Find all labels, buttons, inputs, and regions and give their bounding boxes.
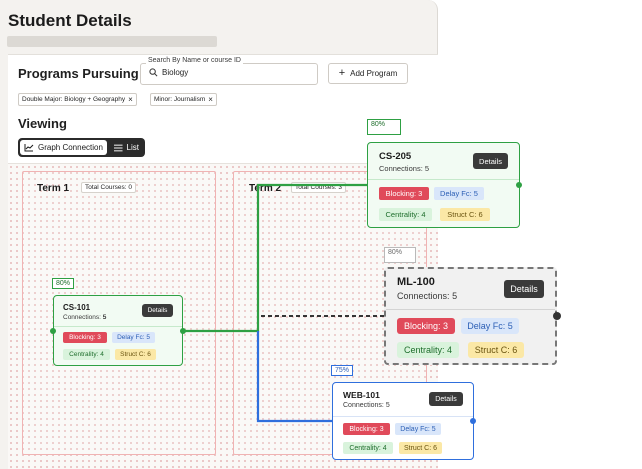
app: Student Details Programs Pursuing Search… [0,0,642,469]
details-button[interactable]: Details [504,280,544,298]
course-title: CS-101 [63,303,91,312]
delay-tag: Delay Fc: 5 [434,187,484,200]
struct-tag: Struct C: 6 [440,208,490,221]
course-title: CS-205 [379,151,412,162]
list-icon [114,144,123,151]
search-icon [149,68,158,77]
course-connections: Connections: 5 [379,164,429,173]
centrality-tag: Centrality: 4 [63,349,110,360]
add-program-label: Add Program [350,69,398,78]
ml100-output-port[interactable] [553,312,561,320]
page-title: Student Details [8,11,132,30]
delay-tag: Delay Fc: 5 [461,318,519,334]
card-divider [54,326,182,327]
term-2-label: Term 2 [249,183,282,194]
course-connections: Connections: 5 [63,314,106,321]
course-card-ml100[interactable]: ML-100 Connections: 5 Details Blocking: … [384,267,557,365]
course-title: WEB-101 [343,390,380,400]
course-connections: Connections: 5 [343,402,390,409]
blocking-tag: Blocking: 3 [379,187,429,200]
details-button[interactable]: Details [473,153,508,169]
chip-label: Double Major: Biology + Geography [22,96,126,103]
centrality-tag: Centrality: 4 [379,208,432,221]
connections-label: Connections: [379,164,423,173]
course-card-cs205[interactable]: CS-205 Connections: 5 Details Blocking: … [367,142,520,228]
graph-connection-label: Graph Connection [38,143,103,152]
term-1-count: Total Courses: 0 [81,182,136,193]
add-program-button[interactable]: + Add Program [328,63,408,84]
course-card-web101[interactable]: WEB-101 Connections: 5 Details Blocking:… [332,382,474,460]
course-title: ML-100 [397,276,435,288]
connections-value: 5 [102,314,107,321]
list-option[interactable]: List [110,140,143,155]
program-chip-minor: Minor: Journalism × [150,93,217,106]
centrality-tag: Centrality: 4 [343,442,393,454]
cs101-input-port[interactable] [50,328,56,334]
connections-value: 5 [424,164,430,173]
web101-output-port[interactable] [470,418,476,424]
search-input[interactable]: Biology [162,68,188,77]
view-mode-toggle: Graph Connection List [18,138,145,157]
ml100-percent: 80% [384,247,416,263]
details-button[interactable]: Details [142,304,173,317]
cs101-output-port[interactable] [180,328,186,334]
remove-chip-icon[interactable]: × [128,95,133,104]
connections-label: Connections: [63,314,101,321]
connections-label: Connections: [343,402,384,409]
connections-value: 5 [385,402,390,409]
struct-tag: Struct C: 6 [399,442,442,454]
search-caption: Search By Name or course ID [146,57,243,64]
cs205-percent: 80% [367,119,401,135]
cs205-output-port[interactable] [516,182,522,188]
list-label: List [126,143,139,152]
card-divider [386,309,555,310]
subtitle-placeholder-bar [7,36,217,47]
cs101-percent: 80% [52,278,75,289]
term-2-count: Total Courses: 3 [291,182,346,193]
term-1-label: Term 1 [37,183,70,194]
blocking-tag: Blocking: 3 [397,318,455,334]
struct-tag: Struct C: 6 [115,349,156,360]
course-card-cs101[interactable]: CS-101 Connections: 5 Details Blocking: … [53,295,183,366]
blocking-tag: Blocking: 3 [343,423,390,435]
card-divider [368,179,519,180]
chip-label: Minor: Journalism [154,96,206,103]
program-chip-double-major: Double Major: Biology + Geography × [18,93,137,106]
centrality-tag: Centrality: 4 [397,342,459,358]
viewing-title: Viewing [18,116,67,131]
course-connections: Connections: 5 [397,291,457,301]
web101-percent: 75% [331,365,354,376]
graph-connection-option[interactable]: Graph Connection [20,140,107,155]
blocking-tag: Blocking: 3 [63,332,107,343]
graph-icon [24,144,34,152]
delay-tag: Delay Fc: 5 [395,423,441,435]
struct-tag: Struct C: 6 [468,342,524,358]
remove-chip-icon[interactable]: × [208,95,213,104]
details-button[interactable]: Details [429,392,463,406]
connections-label: Connections: [397,291,450,301]
programs-title: Programs Pursuing [18,66,139,81]
delay-tag: Delay Fc: 5 [112,332,155,343]
plus-icon: + [338,67,346,79]
connections-value: 5 [452,291,458,301]
card-divider [333,416,473,417]
